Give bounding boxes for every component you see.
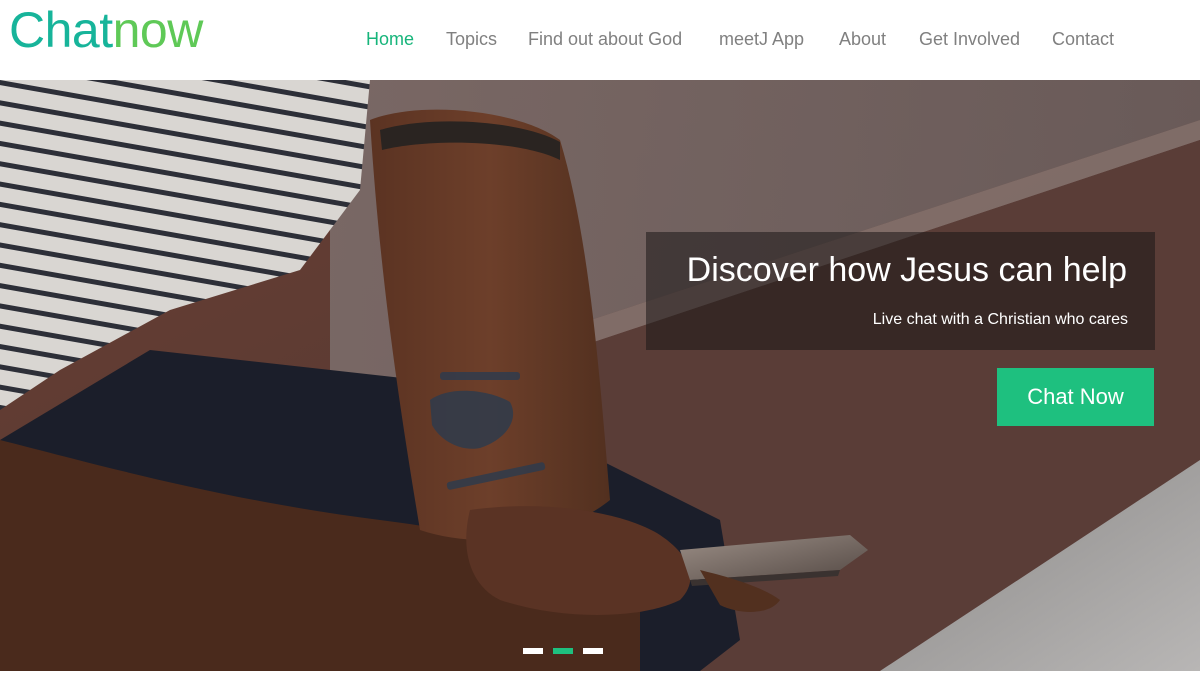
hero-slider: Discover how Jesus can help Live chat wi… bbox=[0, 80, 1200, 671]
nav-topics[interactable]: Topics bbox=[446, 24, 497, 54]
nav-contact[interactable]: Contact bbox=[1052, 24, 1114, 54]
nav-home[interactable]: Home bbox=[366, 24, 414, 54]
slider-dot-2[interactable] bbox=[553, 648, 573, 654]
page-body-start bbox=[0, 671, 1200, 694]
slider-dot-1[interactable] bbox=[523, 648, 543, 654]
hero-subtitle: Live chat with a Christian who cares bbox=[872, 311, 1128, 328]
nav-meetj-app[interactable]: meetJ App bbox=[719, 24, 804, 54]
hero-caption-box: Discover how Jesus can help Live chat wi… bbox=[646, 232, 1155, 350]
slider-dot-3[interactable] bbox=[583, 648, 603, 654]
chat-now-button[interactable]: Chat Now bbox=[997, 368, 1154, 426]
nav-find-out-about-god[interactable]: Find out about God bbox=[528, 24, 682, 54]
hero-title: Discover how Jesus can help bbox=[686, 251, 1127, 289]
main-nav: Home Topics Find out about God meetJ App… bbox=[0, 24, 1200, 54]
site-header: Chatnow Home Topics Find out about God m… bbox=[0, 0, 1200, 80]
nav-about[interactable]: About bbox=[839, 24, 886, 54]
nav-get-involved[interactable]: Get Involved bbox=[919, 24, 1020, 54]
